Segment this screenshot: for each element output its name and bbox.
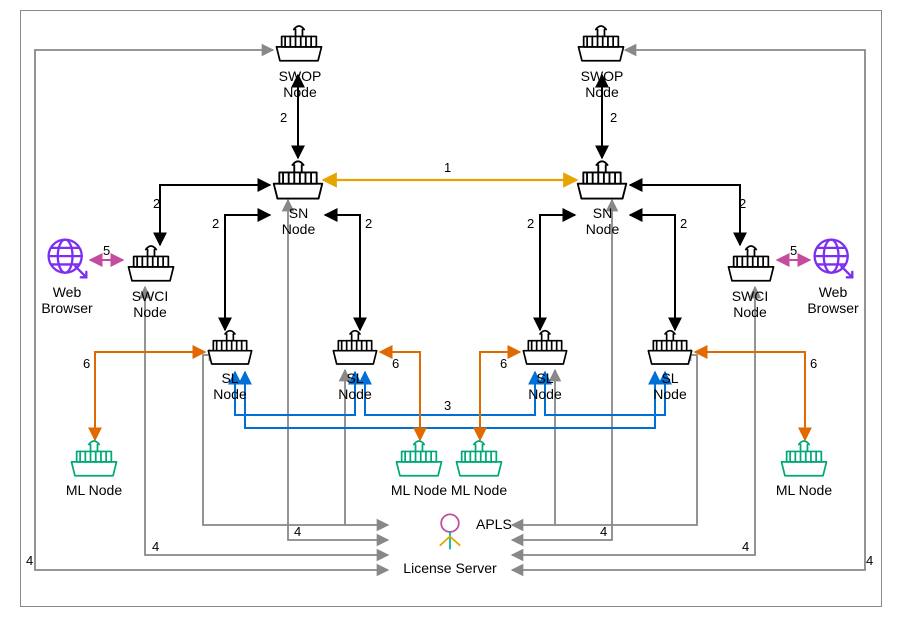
edge-num-6: 6: [500, 356, 507, 371]
swop-node-left-label: SWOPNode: [275, 68, 325, 100]
sl-node-r1-label: SLNode: [525, 370, 565, 402]
edge-num-4: 4: [152, 539, 159, 554]
ml-node-l1-label: ML Node: [63, 482, 125, 498]
web-browser-right-label: WebBrowser: [801, 284, 865, 316]
sl-node-l2: [330, 325, 380, 368]
edge-num-1: 1: [444, 160, 451, 175]
sn-node-right: [574, 155, 630, 203]
edge-num-4: 4: [742, 539, 749, 554]
sl-node-l1-label: SLNode: [210, 370, 250, 402]
edge-num-6: 6: [83, 356, 90, 371]
globe-icon: [810, 235, 856, 281]
sl-node-l1: [205, 325, 255, 368]
sn-node-left-label: SNNode: [276, 205, 321, 237]
sl-node-l2-label: SLNode: [335, 370, 375, 402]
edge-num-2: 2: [680, 216, 687, 231]
swop-node-right-label: SWOPNode: [577, 68, 627, 100]
edge-num-2: 2: [365, 216, 372, 231]
edge-group-2: [160, 75, 740, 330]
edge-num-5: 5: [103, 243, 110, 258]
edge-num-4: 4: [600, 524, 607, 539]
sn-node-right-label: SNNode: [580, 205, 625, 237]
ml-node-r1-label: ML Node: [448, 482, 510, 498]
apls-label: APLS: [476, 516, 512, 532]
edge-num-4: 4: [294, 524, 301, 539]
ml-node-l1: [68, 435, 120, 480]
edge-num-6: 6: [392, 356, 399, 371]
sl-node-r2-label: SLNode: [650, 370, 690, 402]
ml-node-l2-label: ML Node: [388, 482, 450, 498]
edge-num-6: 6: [810, 356, 817, 371]
sl-node-r1: [520, 325, 570, 368]
edge-group-6: [95, 352, 805, 440]
license-server-label: License Server: [400, 560, 500, 576]
swop-node-left: [273, 20, 325, 65]
edge-num-2: 2: [280, 110, 287, 125]
edge-num-5: 5: [790, 243, 797, 258]
sl-node-r2: [645, 325, 695, 368]
swci-node-left-label: SWCINode: [125, 288, 175, 320]
swci-node-right: [725, 240, 777, 285]
edge-num-4: 4: [866, 553, 873, 568]
edge-num-2: 2: [212, 216, 219, 231]
swci-node-right-label: SWCINode: [725, 288, 775, 320]
ml-node-r2: [778, 435, 830, 480]
ml-node-r1: [453, 435, 505, 480]
swop-node-right: [575, 20, 627, 65]
edge-num-3: 3: [444, 398, 451, 413]
edge-num-2: 2: [610, 110, 617, 125]
swci-node-left: [125, 240, 177, 285]
sn-node-left: [270, 155, 326, 203]
edge-num-2: 2: [527, 216, 534, 231]
ml-node-l2: [393, 435, 445, 480]
web-browser-left-label: WebBrowser: [35, 284, 99, 316]
edge-num-4: 4: [26, 553, 33, 568]
globe-icon: [44, 235, 90, 281]
apls-icon: [428, 510, 472, 554]
edge-num-2: 2: [153, 196, 160, 211]
ml-node-r2-label: ML Node: [773, 482, 835, 498]
edge-num-2: 2: [739, 196, 746, 211]
